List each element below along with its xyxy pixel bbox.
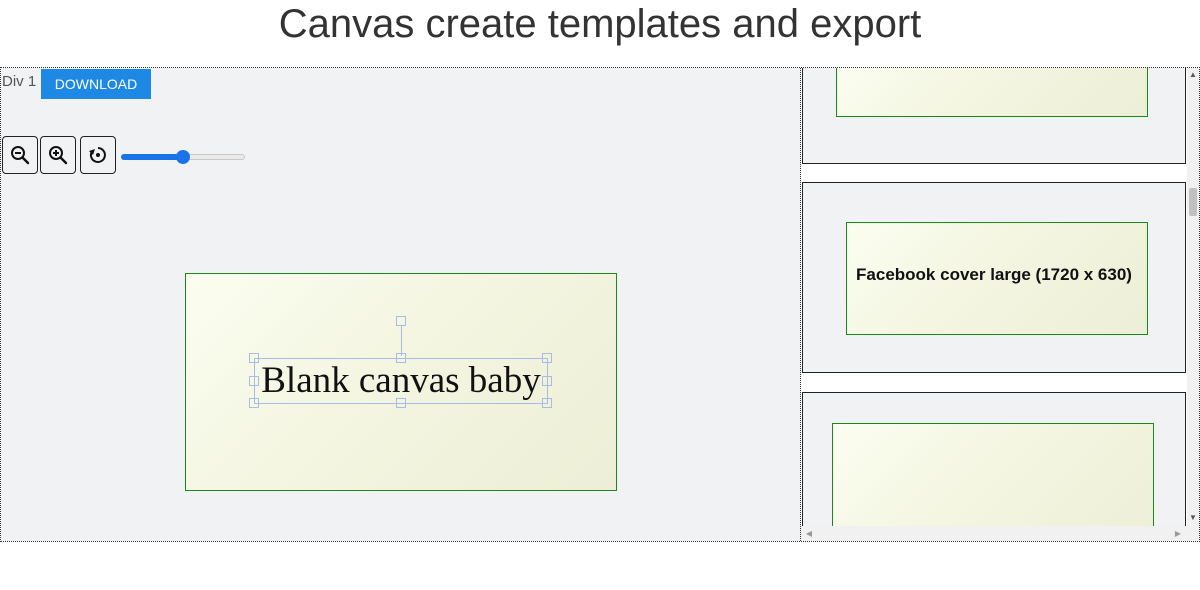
zoom-slider[interactable] (121, 150, 245, 164)
zoom-out-icon (11, 146, 30, 165)
slider-thumb[interactable] (176, 150, 190, 164)
download-button[interactable]: DOWNLOAD (41, 69, 151, 99)
zoom-out-button[interactable] (2, 136, 38, 174)
template-label: Facebook cover large (1720 x 630) (856, 265, 1132, 284)
reset-rotate-icon (89, 147, 106, 163)
resize-handle-mr[interactable] (542, 376, 552, 386)
reset-button[interactable] (80, 136, 116, 174)
resize-handle-br[interactable] (542, 398, 552, 408)
template-list: Facebook cover large (1720 x 630) (801, 68, 1187, 526)
workspace: Div 1 DOWNLOAD Blank canvas baby Faceboo… (0, 67, 1200, 542)
template-card[interactable] (802, 68, 1186, 164)
scrollbar-thumb[interactable] (1189, 188, 1197, 216)
div-label: Div 1 (2, 73, 37, 90)
scroll-left-icon[interactable]: ◀ (803, 526, 815, 541)
rotation-line (401, 326, 402, 356)
template-thumbnail (836, 68, 1148, 117)
resize-handle-tr[interactable] (542, 353, 552, 363)
resize-handle-ml[interactable] (249, 376, 259, 386)
template-card[interactable]: Facebook cover large (1720 x 630) (802, 182, 1186, 373)
resize-handle-tl[interactable] (249, 353, 259, 363)
scroll-right-icon[interactable]: ▶ (1172, 526, 1184, 541)
editor-panel: Div 1 DOWNLOAD Blank canvas baby (1, 68, 801, 541)
scroll-down-icon[interactable]: ▼ (1187, 512, 1199, 524)
slider-fill (121, 154, 183, 160)
resize-handle-tc[interactable] (396, 353, 406, 363)
sidebar-horizontal-scrollbar[interactable]: ◀ ▶ (801, 526, 1199, 541)
template-card[interactable] (802, 392, 1186, 526)
resize-handle-bl[interactable] (249, 398, 259, 408)
zoom-in-icon (49, 146, 68, 165)
zoom-in-button[interactable] (40, 136, 76, 174)
page-title: Canvas create templates and export (278, 2, 922, 46)
scroll-up-icon[interactable]: ▲ (1187, 69, 1199, 81)
sidebar-vertical-scrollbar[interactable]: ▲ ▼ (1187, 68, 1199, 526)
template-thumbnail (832, 423, 1154, 526)
rotate-handle[interactable] (396, 316, 406, 326)
resize-handle-bc[interactable] (396, 398, 406, 408)
